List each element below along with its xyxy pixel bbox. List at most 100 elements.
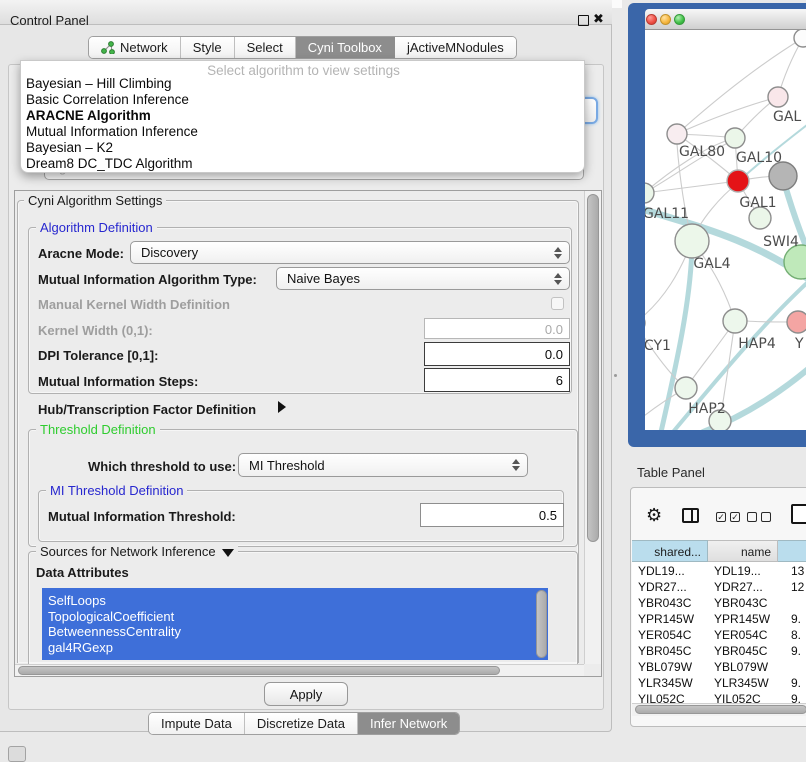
mi-threshold-field[interactable]: 0.5 [420, 503, 564, 527]
table-row[interactable]: YIL052CYIL052C9. [632, 690, 806, 703]
node[interactable] [794, 30, 806, 47]
combo-stepper-icon [553, 273, 562, 285]
attribute-item[interactable]: gal4RGexp [42, 640, 548, 656]
node-label: GAL10 [736, 150, 782, 166]
table-hscrollbar-thumb[interactable] [635, 705, 806, 714]
settings-vscrollbar-thumb[interactable] [587, 194, 599, 542]
close-icon[interactable]: ✖ [593, 11, 604, 27]
tab-cyni-toolbox-label: Cyni Toolbox [308, 40, 382, 55]
algorithm-option[interactable]: Basic Correlation Inference [24, 92, 582, 108]
collapse-arrow-icon[interactable] [222, 549, 234, 557]
column-header-partial[interactable] [778, 540, 806, 562]
checked-box-icon[interactable]: ✓ [730, 512, 740, 522]
table-row[interactable]: YBL079WYBL079W [632, 658, 806, 674]
dpi-tolerance-field[interactable]: 0.0 [424, 342, 570, 366]
settings-hscrollbar-thumb[interactable] [18, 666, 500, 675]
minimize-traffic-button[interactable] [660, 14, 671, 25]
tab-impute-data[interactable]: Impute Data [149, 713, 245, 734]
algorithm-option-selected[interactable]: ARACNE Algorithm [24, 108, 582, 124]
gear-icon[interactable]: ⚙ [646, 505, 662, 526]
expand-arrow-icon[interactable] [278, 401, 286, 413]
node-hap4[interactable] [723, 309, 747, 333]
node-hap2[interactable] [675, 377, 697, 399]
table-row[interactable]: YDR27...YDR27...12 [632, 578, 806, 594]
which-threshold-label: Which threshold to use: [88, 459, 236, 474]
attribute-item[interactable]: TopologicalCoefficient [42, 609, 548, 625]
algorithm-option[interactable]: Bayesian – K2 [24, 140, 582, 156]
dock-panel-button[interactable] [8, 746, 26, 762]
manual-kernel-checkbox[interactable] [551, 297, 564, 310]
node-label: SWI4 [763, 234, 799, 250]
document-icon[interactable] [791, 504, 806, 524]
node-gal1-selected[interactable] [727, 170, 749, 192]
edge [645, 181, 738, 193]
attribute-item[interactable]: BetweennessCentrality [42, 624, 548, 640]
which-threshold-combo[interactable]: MI Threshold [238, 453, 528, 477]
unchecked-box-icon[interactable] [761, 512, 771, 522]
node-y[interactable] [787, 311, 806, 333]
column-header-name[interactable]: name [708, 540, 778, 562]
node-gal10[interactable] [725, 128, 745, 148]
close-traffic-button[interactable] [646, 14, 657, 25]
algorithm-option[interactable]: Dream8 DC_TDC Algorithm [24, 156, 582, 172]
mi-steps-label: Mutual Information Steps: [38, 374, 198, 389]
table-row[interactable]: YDL19...YDL19...13 [632, 562, 806, 578]
attribute-item[interactable]: SelfLoops [42, 593, 548, 609]
tab-discretize-data-label: Discretize Data [257, 716, 345, 731]
split-columns-icon[interactable] [682, 508, 699, 523]
data-attributes-list: SelfLoops TopologicalCoefficient Between… [42, 588, 548, 660]
apply-button[interactable]: Apply [264, 682, 348, 706]
column-header-shared[interactable]: shared... [632, 540, 708, 562]
table-row[interactable]: YER054CYER054C8. [632, 626, 806, 642]
tab-infer-network[interactable]: Infer Network [358, 713, 459, 734]
control-panel-tabbar: Network Style Select Cyni Toolbox jActiv… [88, 36, 517, 59]
node-gal[interactable] [768, 87, 788, 107]
mi-threshold-group-title: MI Threshold Definition [46, 483, 187, 498]
node-label: Y [794, 336, 804, 352]
mi-threshold-label: Mutual Information Threshold: [48, 509, 236, 524]
bottom-tabbar: Impute Data Discretize Data Infer Networ… [148, 712, 460, 735]
algorithm-option[interactable]: Mutual Information Inference [24, 124, 582, 140]
unchecked-box-icon[interactable] [747, 512, 757, 522]
tab-select[interactable]: Select [235, 37, 296, 58]
float-window-icon[interactable] [578, 15, 589, 26]
zoom-traffic-button[interactable] [674, 14, 685, 25]
tab-network[interactable]: Network [89, 37, 181, 58]
aracne-mode-value: Discovery [131, 245, 553, 260]
tab-select-label: Select [247, 40, 283, 55]
attributes-list-scrollbar[interactable] [536, 590, 547, 658]
mi-type-value: Naive Bayes [277, 271, 553, 286]
node-gal80[interactable] [667, 124, 687, 144]
node-unlabeled-gray[interactable] [769, 162, 797, 190]
node-label: HAP2 [688, 401, 725, 417]
table-row[interactable]: YPR145WYPR145W9. [632, 610, 806, 626]
mi-type-combo[interactable]: Naive Bayes [276, 267, 570, 290]
table-body: YDL19...YDL19...13 YDR27...YDR27...12 YB… [632, 562, 806, 703]
algorithm-option[interactable]: Bayesian – Hill Climbing [24, 76, 582, 92]
sources-group-title: Sources for Network Inference [36, 544, 238, 559]
table-row[interactable]: YLR345WYLR345W9. [632, 674, 806, 690]
table-row[interactable]: YBR043CYBR043C [632, 594, 806, 610]
splitter-grip[interactable] [614, 374, 617, 377]
node-label: GAL11 [645, 206, 689, 222]
tab-jactivemnodules[interactable]: jActiveMNodules [395, 37, 516, 58]
algorithm-dropdown-list: Select algorithm to view settings Bayesi… [20, 60, 585, 173]
node-gal4[interactable] [675, 224, 709, 258]
checked-box-icon[interactable]: ✓ [716, 512, 726, 522]
aracne-mode-combo[interactable]: Discovery [130, 241, 570, 264]
sources-title-text: Sources for Network Inference [40, 544, 216, 559]
apply-button-label: Apply [290, 687, 323, 702]
tab-style[interactable]: Style [181, 37, 235, 58]
tab-network-label: Network [120, 40, 168, 55]
mi-steps-field[interactable]: 6 [424, 368, 570, 392]
node-label: GAL [773, 109, 801, 125]
tab-cyni-toolbox[interactable]: Cyni Toolbox [296, 37, 395, 58]
node-unlabeled-green[interactable] [784, 245, 806, 279]
table-panel-title: Table Panel [637, 465, 705, 480]
manual-kernel-label: Manual Kernel Width Definition [38, 297, 230, 312]
tab-jactivemnodules-label: jActiveMNodules [407, 40, 504, 55]
table-row[interactable]: YBR045CYBR045C9. [632, 642, 806, 658]
tab-discretize-data[interactable]: Discretize Data [245, 713, 358, 734]
network-canvas[interactable]: GAL GAL80 GAL10 GAL1 GAL11 SWI4 GAL4 GCY… [645, 30, 806, 430]
kernel-width-field[interactable]: 0.0 [424, 318, 570, 339]
